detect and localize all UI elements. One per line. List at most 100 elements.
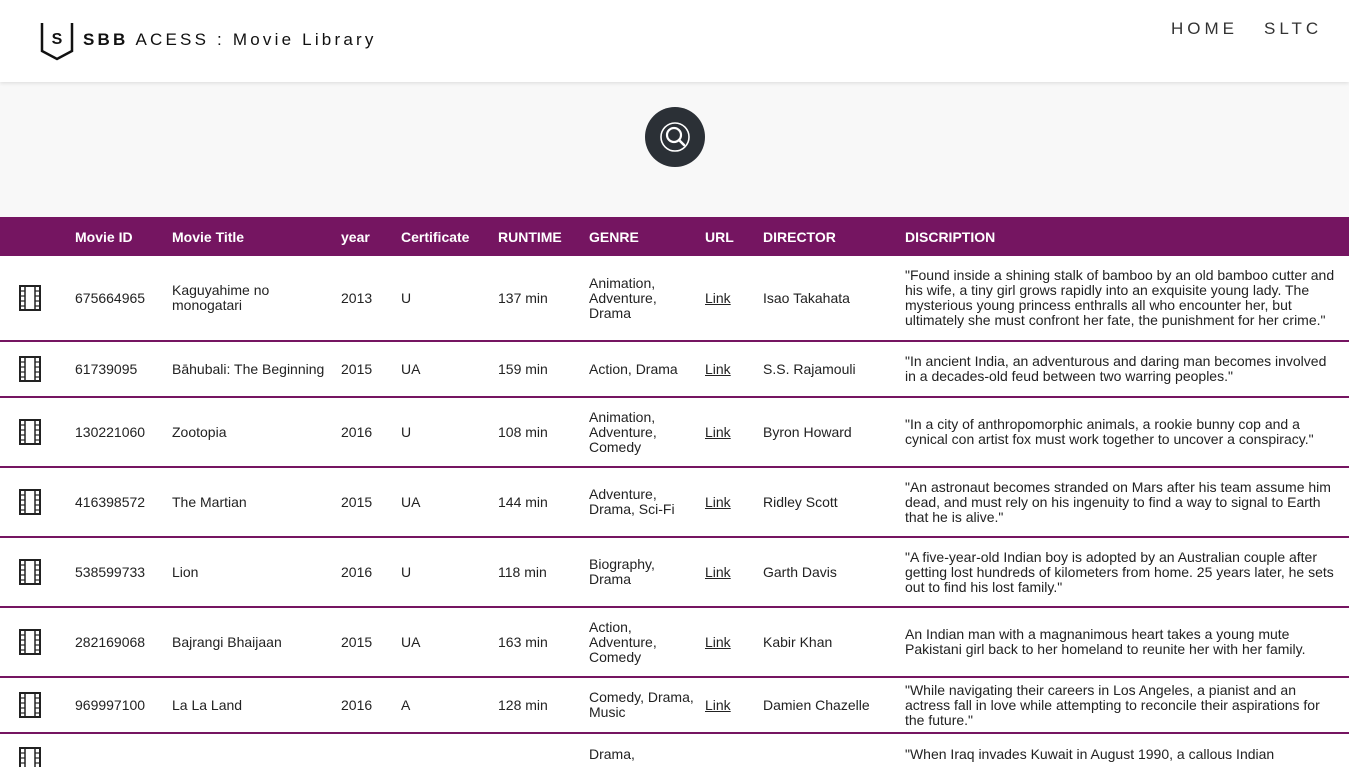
movie-link[interactable]: Link	[705, 424, 731, 440]
movie-title: The Martian	[172, 493, 247, 510]
movie-director: Kabir Khan	[763, 633, 833, 650]
movie-year	[341, 733, 401, 767]
movie-description: "While navigating their careers in Los A…	[905, 681, 1320, 728]
movie-id: 282169068	[75, 633, 146, 650]
movie-description: "A five-year-old Indian boy is adopted b…	[905, 548, 1334, 595]
film-icon	[19, 419, 41, 445]
table-row: Drama, "When Iraq invades Kuwait in Augus…	[0, 733, 1349, 767]
table-row: 416398572 The Martian 2015 UA 144 min Adventu…	[0, 467, 1349, 537]
movie-certificate: UA	[401, 633, 421, 650]
page: S SBB ACESS : Movie Library HOME SLTC Mo…	[0, 0, 1349, 767]
column-header-icon	[0, 217, 75, 256]
movie-genre: Animation, Adventure, Drama	[589, 274, 657, 321]
row-icon-cell	[0, 607, 75, 677]
movie-year: 2015	[341, 360, 373, 377]
svg-text:S: S	[52, 31, 63, 48]
movie-year: 2016	[341, 563, 373, 580]
movie-title: Kaguyahime no monogatari	[172, 282, 270, 313]
movie-url-cell: Link	[705, 341, 763, 397]
movie-url-cell	[705, 733, 763, 767]
movie-description: "Found inside a shining stalk of bamboo …	[905, 267, 1335, 328]
movie-link[interactable]: Link	[705, 634, 731, 650]
table-row: 538599733 Lion 2016 U 118 min Biography, Dram…	[0, 537, 1349, 607]
row-icon-cell	[0, 256, 75, 341]
movie-url-cell: Link	[705, 467, 763, 537]
movie-title: La La Land	[172, 696, 243, 713]
movie-year: 2015	[341, 633, 373, 650]
column-header-description: DISCRIPTION	[905, 228, 996, 245]
movie-certificate: U	[401, 563, 412, 580]
row-icon-cell	[0, 733, 75, 767]
film-icon	[19, 629, 41, 655]
column-header-movie-title: Movie Title	[172, 228, 245, 245]
film-icon	[19, 692, 41, 718]
column-header-movie-id: Movie ID	[75, 228, 133, 245]
column-header-url: URL	[705, 228, 734, 245]
nav-sltc[interactable]: SLTC	[1264, 19, 1322, 39]
movie-title	[172, 733, 341, 767]
row-icon-cell	[0, 341, 75, 397]
movie-link[interactable]: Link	[705, 697, 731, 713]
movie-description: "In a city of anthropomorphic animals, a…	[905, 416, 1314, 447]
movie-id: 416398572	[75, 493, 146, 510]
movie-genre: Biography, Drama	[589, 556, 655, 587]
movie-id	[75, 733, 172, 767]
movie-year: 2016	[341, 423, 373, 440]
movie-link[interactable]: Link	[705, 494, 731, 510]
movie-director: Damien Chazelle	[763, 696, 870, 713]
movie-year: 2015	[341, 493, 373, 510]
movie-certificate: A	[401, 696, 411, 713]
row-icon-cell	[0, 537, 75, 607]
movie-genre: Drama,	[589, 746, 635, 762]
movie-runtime: 163 min	[498, 633, 548, 650]
movie-director: Byron Howard	[763, 423, 852, 440]
table-row: 282169068 Bajrangi Bhaijaan 2015 UA 163 min A…	[0, 607, 1349, 677]
table-header-row: Movie ID Movie Title year Certificate RU…	[0, 217, 1349, 256]
column-header-certificate: Certificate	[401, 228, 470, 245]
movie-url-cell: Link	[705, 537, 763, 607]
search-button[interactable]	[645, 107, 705, 167]
brand-subtitle: ACESS : Movie Library	[135, 30, 377, 49]
movie-link[interactable]: Link	[705, 564, 731, 580]
film-icon	[19, 489, 41, 515]
movie-url-cell: Link	[705, 607, 763, 677]
movie-genre: Action, Drama	[589, 360, 678, 377]
column-header-genre: GENRE	[589, 228, 639, 245]
movie-genre: Action, Adventure, Comedy	[589, 618, 657, 665]
movie-link[interactable]: Link	[705, 361, 731, 377]
movie-director: Ridley Scott	[763, 493, 838, 510]
table-row: 969997100 La La Land 2016 A 128 min Comedy, D…	[0, 677, 1349, 733]
movie-runtime: 128 min	[498, 696, 548, 713]
movie-id: 61739095	[75, 360, 138, 377]
table-row: 675664965 Kaguyahime no monogatari 2013 U 13…	[0, 256, 1349, 341]
movie-description: An Indian man with a magnanimous heart t…	[905, 626, 1306, 657]
movie-runtime: 108 min	[498, 423, 548, 440]
movie-title: Zootopia	[172, 423, 227, 440]
film-icon	[19, 747, 41, 767]
movie-link[interactable]: Link	[705, 290, 731, 306]
movie-genre: Comedy, Drama, Music	[589, 689, 694, 720]
movie-director: Garth Davis	[763, 563, 837, 580]
movie-genre: Adventure, Drama, Sci-Fi	[589, 486, 675, 517]
movie-description: "When Iraq invades Kuwait in August 1990…	[905, 746, 1275, 762]
movie-certificate	[401, 733, 498, 767]
row-icon-cell	[0, 467, 75, 537]
movie-title: Bajrangi Bhaijaan	[172, 633, 282, 650]
movie-runtime	[498, 733, 589, 767]
film-icon	[19, 356, 41, 382]
movie-runtime: 144 min	[498, 493, 548, 510]
movie-id: 675664965	[75, 289, 146, 306]
search-icon	[660, 122, 690, 152]
movie-url-cell: Link	[705, 677, 763, 733]
movie-genre: Animation, Adventure, Comedy	[589, 408, 657, 455]
movie-certificate: U	[401, 289, 412, 306]
movie-description: "An astronaut becomes stranded on Mars a…	[905, 478, 1331, 525]
movie-url-cell: Link	[705, 397, 763, 467]
row-icon-cell	[0, 397, 75, 467]
movie-runtime: 118 min	[498, 563, 547, 580]
movie-id: 969997100	[75, 696, 146, 713]
movie-id: 130221060	[75, 423, 146, 440]
movie-title: Bāhubali: The Beginning	[172, 360, 325, 377]
nav-home[interactable]: HOME	[1171, 19, 1238, 39]
movie-url-cell: Link	[705, 256, 763, 341]
